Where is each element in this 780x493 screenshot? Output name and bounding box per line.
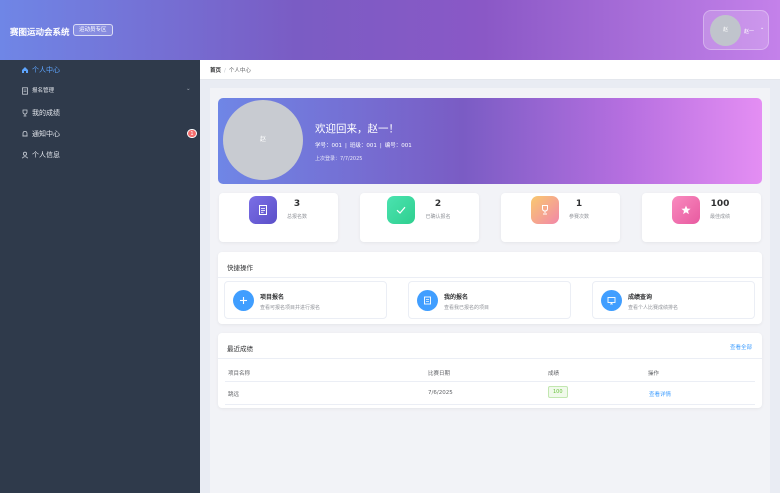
user-menu[interactable]: 赵 赵一 ⌄ <box>703 10 769 50</box>
stat-label: 总报名数 <box>286 214 307 220</box>
match-date: 7/6/2025 <box>428 390 453 396</box>
stat-value: 2 <box>434 199 442 209</box>
column-header: 比赛日期 <box>428 371 451 377</box>
sidebar-item-label: 我的成绩 <box>32 109 60 117</box>
quick-action-title: 成绩查询 <box>628 294 653 301</box>
sidebar-item-registration[interactable]: 报名管理 ⌄ <box>0 81 200 101</box>
panel-header: 快捷操作 <box>218 252 762 278</box>
home-icon <box>21 66 29 74</box>
quick-action-score-query[interactable]: 成绩查询 查看个人比赛成绩排名 <box>592 281 755 319</box>
quick-action-project-signup[interactable]: 项目报名 查看可报名项目并进行报名 <box>224 281 387 319</box>
student-id: 学号：001 <box>315 143 342 149</box>
panel-title: 快捷操作 <box>227 264 253 272</box>
sidebar: 个人中心 报名管理 ⌄ 我的成绩 通知中心 1 个人信息 <box>0 60 200 493</box>
role-tag: 运动员专区 <box>73 24 113 36</box>
check-icon <box>387 196 415 224</box>
quick-actions-panel: 快捷操作 项目报名 查看可报名项目并进行报名 我的报名 查看我已报名的项目 成绩… <box>218 252 762 324</box>
plus-icon <box>233 290 254 311</box>
recent-scores-panel: 最近成绩 查看全部 项目名称 比赛日期 成绩 操作 跳远 7/6/2025 10… <box>218 333 762 408</box>
project-name: 跳远 <box>228 392 240 398</box>
sidebar-item-profile[interactable]: 个人信息 <box>0 145 200 165</box>
sidebar-item-label: 个人信息 <box>32 151 60 159</box>
column-header: 操作 <box>648 371 660 377</box>
stat-value: 1 <box>575 199 583 209</box>
sidebar-item-personal-center[interactable]: 个人中心 <box>0 60 200 80</box>
avatar[interactable]: 赵 <box>710 15 741 46</box>
sidebar-item-notifications[interactable]: 通知中心 1 <box>0 124 200 144</box>
stat-card-participations: 1 参赛次数 <box>501 193 620 242</box>
column-header: 项目名称 <box>228 371 251 377</box>
student-class: 班级：001 <box>349 143 377 149</box>
app-title: 赛图运动会系统 <box>10 28 70 38</box>
student-number: 编号：001 <box>384 143 412 149</box>
breadcrumb-bar: 首页 / 个人中心 <box>200 60 780 80</box>
sidebar-item-label: 报名管理 <box>32 88 55 94</box>
user-icon <box>21 151 29 159</box>
list-icon <box>417 290 438 311</box>
quick-action-desc: 查看可报名项目并进行报名 <box>260 305 321 311</box>
stat-card-best-score: 100 最佳成绩 <box>642 193 761 242</box>
score-tag: 100 <box>548 386 568 398</box>
stat-card-confirmed: 2 已确认报名 <box>360 193 479 242</box>
last-login: 上次登录：7/7/2025 <box>315 156 363 162</box>
welcome-greeting: 欢迎回来，赵一！ <box>315 123 399 135</box>
breadcrumb-separator: / <box>224 68 226 74</box>
quick-action-title: 我的报名 <box>444 294 469 301</box>
chart-icon <box>601 290 622 311</box>
document-icon <box>21 87 29 95</box>
stat-value: 3 <box>293 199 301 209</box>
panel-title: 最近成绩 <box>227 345 253 353</box>
quick-action-desc: 查看个人比赛成绩排名 <box>628 305 679 311</box>
notification-badge: 1 <box>187 129 197 138</box>
trophy-icon <box>21 109 29 117</box>
breadcrumb-current: 个人中心 <box>228 68 251 74</box>
stat-card-total-registrations: 3 总报名数 <box>219 193 338 242</box>
chevron-down-icon[interactable]: ⌄ <box>760 25 764 31</box>
stat-label: 已确认报名 <box>425 214 451 220</box>
welcome-banner: 赵 欢迎回来，赵一！ 学号：001 | 班级：001 | 编号：001 上次登录：7/7… <box>218 98 762 184</box>
panel-header: 最近成绩 查看全部 <box>218 333 762 359</box>
quick-action-my-registrations[interactable]: 我的报名 查看我已报名的项目 <box>408 281 571 319</box>
stat-label: 参赛次数 <box>568 214 589 220</box>
breadcrumb-home[interactable]: 首页 <box>210 68 221 74</box>
user-name[interactable]: 赵一 <box>744 28 754 35</box>
trophy-icon <box>531 196 559 224</box>
student-info: 学号：001 | 班级：001 | 编号：001 <box>315 143 412 149</box>
chevron-down-icon[interactable]: ⌄ <box>186 86 191 92</box>
quick-action-desc: 查看我已报名的项目 <box>444 305 490 311</box>
stat-label: 最佳成绩 <box>709 214 730 220</box>
sidebar-item-label: 通知中心 <box>32 130 60 138</box>
sidebar-item-label: 个人中心 <box>32 66 60 74</box>
star-icon <box>672 196 700 224</box>
top-header: 赛图运动会系统 运动员专区 赵 赵一 ⌄ <box>0 0 780 60</box>
view-detail-link[interactable]: 查看详情 <box>649 390 671 398</box>
stat-value: 100 <box>710 199 730 209</box>
sidebar-item-my-scores[interactable]: 我的成绩 <box>0 103 200 123</box>
avatar: 赵 <box>223 100 303 180</box>
table-header: 项目名称 比赛日期 成绩 操作 <box>225 362 755 382</box>
breadcrumb: 首页 / 个人中心 <box>210 66 251 74</box>
view-all-link[interactable]: 查看全部 <box>730 343 752 351</box>
document-icon <box>249 196 277 224</box>
bell-icon <box>21 130 29 138</box>
column-header: 成绩 <box>548 371 560 377</box>
table-row: 跳远 7/6/2025 100 查看详情 <box>225 382 755 405</box>
quick-action-title: 项目报名 <box>260 294 285 301</box>
